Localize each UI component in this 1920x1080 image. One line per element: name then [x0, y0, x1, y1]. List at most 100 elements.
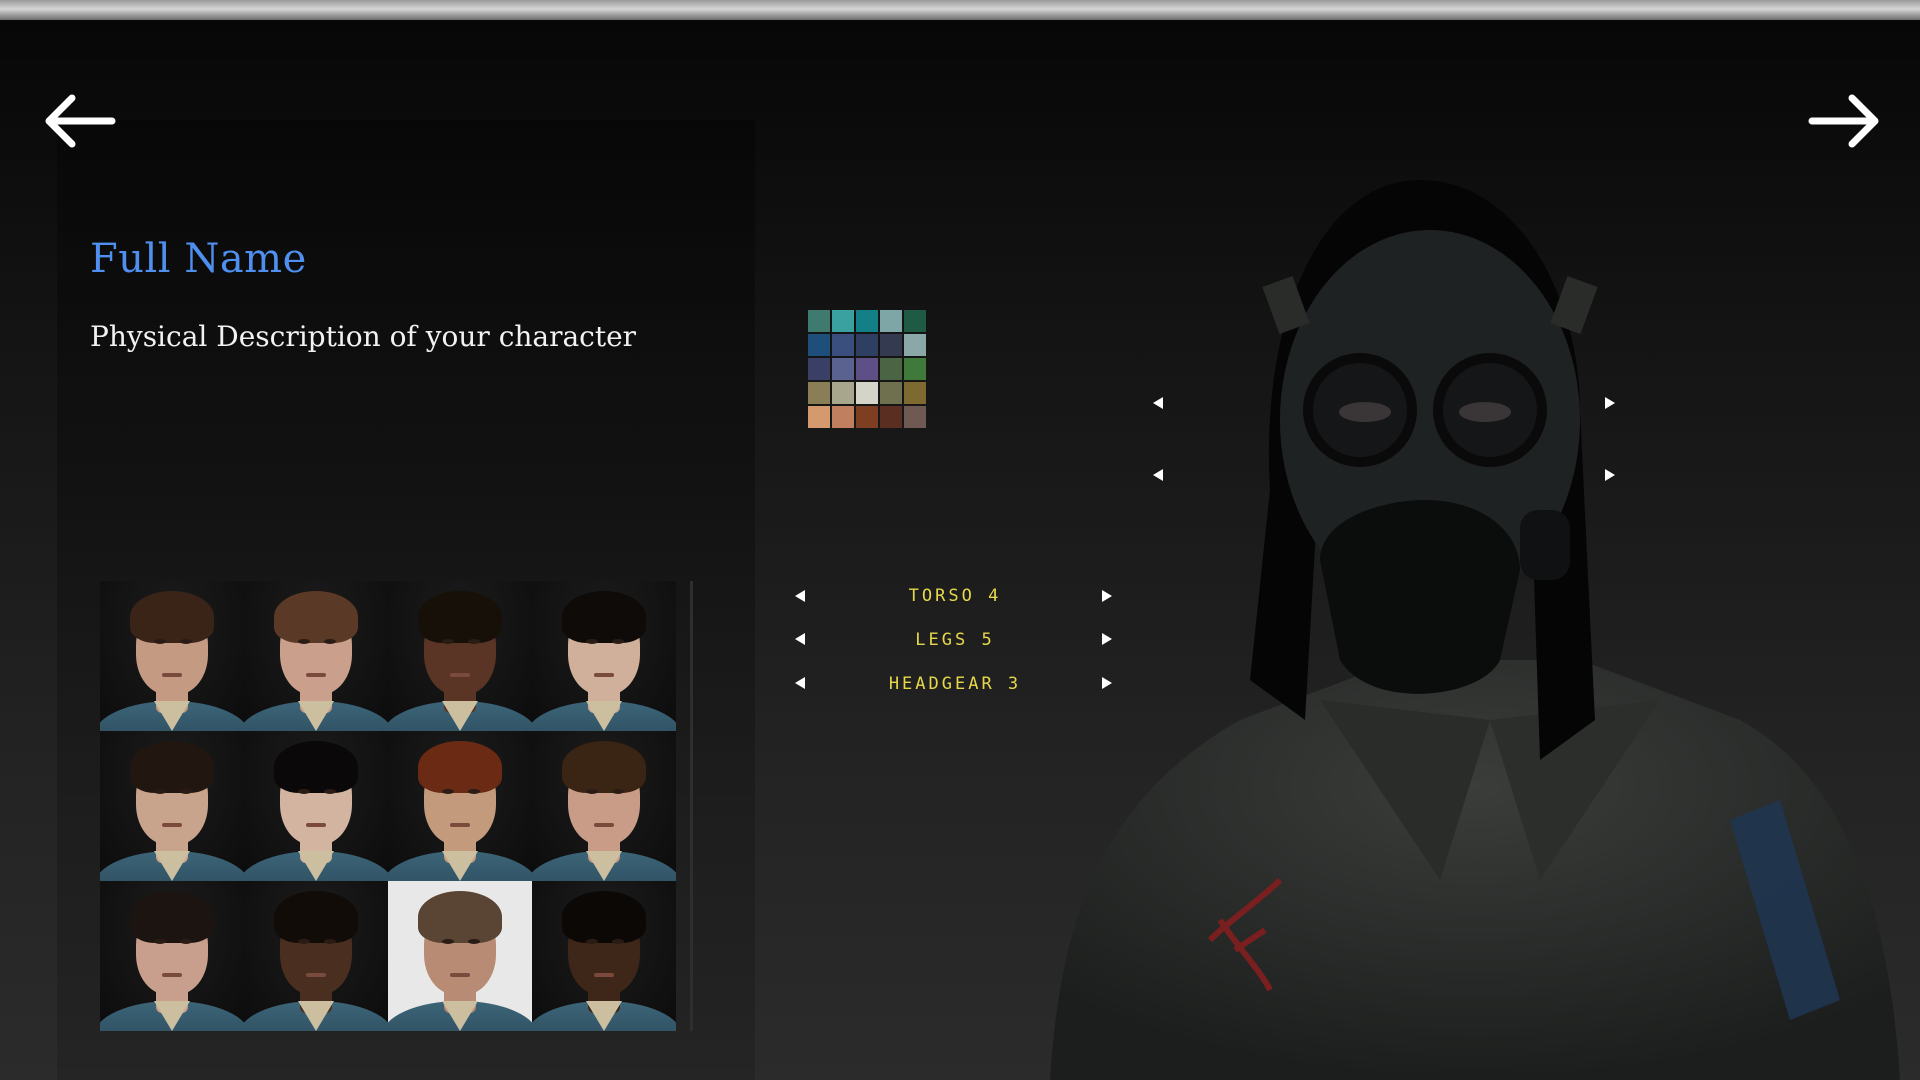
color-swatch[interactable] — [808, 358, 830, 380]
back-button[interactable] — [40, 86, 120, 156]
character-eye — [612, 789, 624, 794]
face-option-9[interactable] — [100, 881, 244, 1031]
triangle-left-icon — [795, 590, 805, 602]
torso-next-button[interactable] — [1098, 588, 1114, 604]
character-eye — [442, 789, 454, 794]
face-option-6[interactable] — [244, 731, 388, 881]
character-eye — [586, 939, 598, 944]
color-swatch[interactable] — [832, 310, 854, 332]
face-option-2[interactable] — [244, 581, 388, 731]
full-name-field[interactable]: Full Name — [90, 236, 307, 282]
color-swatch[interactable] — [880, 382, 902, 404]
color-swatch[interactable] — [880, 406, 902, 428]
legs-label: LEGS 5 — [915, 630, 995, 650]
character-mouth — [162, 973, 182, 977]
character-mouth — [162, 673, 182, 677]
face-grid-scrollbar[interactable] — [690, 581, 693, 1031]
color-swatch[interactable] — [856, 310, 878, 332]
color-swatch[interactable] — [808, 310, 830, 332]
face-option-1[interactable] — [100, 581, 244, 731]
triangle-left-icon — [795, 677, 805, 689]
color-swatch[interactable] — [832, 358, 854, 380]
headgear-prev-button[interactable] — [793, 675, 809, 691]
triangle-left-icon — [795, 633, 805, 645]
color-swatch[interactable] — [856, 358, 878, 380]
character-eye — [298, 939, 310, 944]
face-option-7[interactable] — [388, 731, 532, 881]
character-hair — [274, 591, 358, 643]
face-option-4[interactable] — [532, 581, 676, 731]
character-hair — [130, 591, 214, 643]
color-swatch[interactable] — [832, 382, 854, 404]
color-swatch[interactable] — [808, 382, 830, 404]
headgear-label: HEADGEAR 3 — [888, 674, 1022, 694]
color-swatch[interactable] — [856, 406, 878, 428]
character-hair — [130, 741, 214, 793]
arrow-left-icon — [45, 94, 116, 148]
color-swatch[interactable] — [808, 334, 830, 356]
option-b-next-button[interactable] — [1601, 467, 1617, 483]
character-mouth — [594, 823, 614, 827]
character-mouth — [594, 673, 614, 677]
torso-label: TORSO 4 — [908, 586, 1002, 606]
character-hair — [562, 741, 646, 793]
physical-description-field[interactable]: Physical Description of your character — [90, 320, 636, 353]
character-eye — [154, 789, 166, 794]
face-option-5[interactable] — [100, 731, 244, 881]
character-mouth — [594, 973, 614, 977]
headgear-next-button[interactable] — [1098, 675, 1114, 691]
color-swatch[interactable] — [904, 382, 926, 404]
character-mouth — [450, 973, 470, 977]
legs-next-button[interactable] — [1098, 631, 1114, 647]
character-eye — [298, 639, 310, 644]
color-swatch[interactable] — [880, 310, 902, 332]
character-eye — [298, 789, 310, 794]
color-swatch[interactable] — [904, 310, 926, 332]
color-swatch[interactable] — [904, 334, 926, 356]
character-mouth — [450, 823, 470, 827]
color-swatch[interactable] — [880, 358, 902, 380]
triangle-left-icon — [1153, 469, 1163, 481]
color-swatch[interactable] — [880, 334, 902, 356]
character-eye — [154, 639, 166, 644]
color-palette — [807, 309, 927, 429]
face-option-8[interactable] — [532, 731, 676, 881]
face-option-12[interactable] — [532, 881, 676, 1031]
arrow-right-icon — [1808, 94, 1879, 148]
color-swatch[interactable] — [904, 406, 926, 428]
character-eye — [468, 789, 480, 794]
color-swatch[interactable] — [832, 406, 854, 428]
color-swatch[interactable] — [832, 334, 854, 356]
triangle-right-icon — [1102, 677, 1112, 689]
option-a-prev-button[interactable] — [1151, 395, 1167, 411]
torso-prev-button[interactable] — [793, 588, 809, 604]
face-option-3[interactable] — [388, 581, 532, 731]
triangle-left-icon — [1153, 397, 1163, 409]
color-swatch[interactable] — [856, 382, 878, 404]
color-swatch[interactable] — [808, 406, 830, 428]
character-mouth — [450, 673, 470, 677]
color-swatch[interactable] — [856, 334, 878, 356]
character-eye — [180, 939, 192, 944]
window-top-bar — [0, 0, 1920, 20]
option-a-next-button[interactable] — [1601, 395, 1617, 411]
legs-prev-button[interactable] — [793, 631, 809, 647]
character-eye — [468, 639, 480, 644]
character-eye — [612, 939, 624, 944]
character-mouth — [306, 973, 326, 977]
character-hair — [562, 891, 646, 943]
character-eye — [154, 939, 166, 944]
color-swatch[interactable] — [904, 358, 926, 380]
character-eye — [586, 639, 598, 644]
character-eye — [180, 789, 192, 794]
character-mouth — [306, 673, 326, 677]
forward-button[interactable] — [1804, 86, 1884, 156]
face-option-10[interactable] — [244, 881, 388, 1031]
option-b-prev-button[interactable] — [1151, 467, 1167, 483]
character-preview — [1050, 180, 1900, 1080]
character-mouth — [162, 823, 182, 827]
face-selector-grid — [100, 581, 676, 1031]
face-option-11[interactable] — [388, 881, 532, 1031]
character-eye — [324, 939, 336, 944]
character-hair — [418, 741, 502, 793]
